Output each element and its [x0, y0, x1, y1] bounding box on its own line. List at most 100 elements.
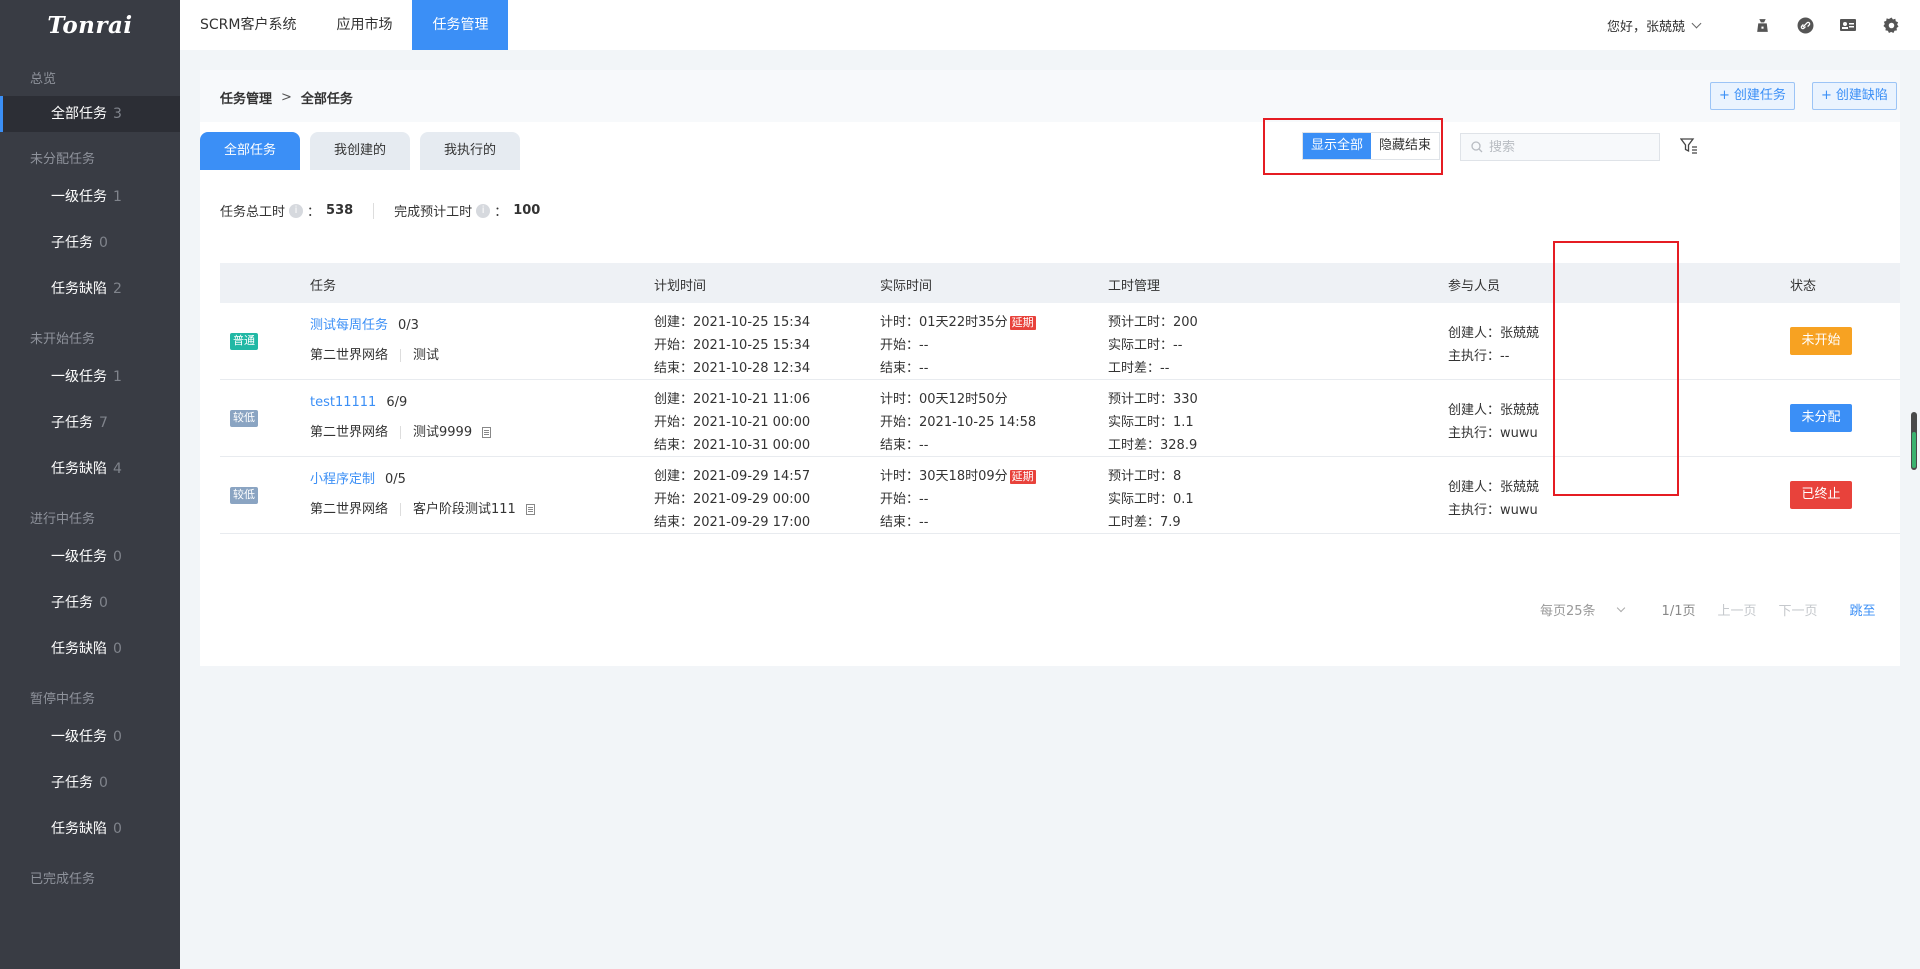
- sidebar-item-label: 任务缺陷: [51, 821, 107, 837]
- topnav-item[interactable]: 任务管理: [412, 0, 509, 50]
- task-meta-line: 第二世界网络 客户阶段测试111: [310, 498, 535, 521]
- sidebar-item[interactable]: 一级任务 1: [0, 354, 180, 400]
- task-project: 第二世界网络: [310, 502, 389, 517]
- bag-icon[interactable]: [1753, 16, 1771, 34]
- link-icon[interactable]: [1796, 16, 1814, 34]
- people-line: 创建人：张兢兢: [1448, 403, 1540, 418]
- gear-icon[interactable]: [1882, 16, 1900, 34]
- plan-time-line: 开始：2021-10-25 15:34: [654, 338, 811, 353]
- sidebar-item-count: 7: [99, 415, 108, 431]
- hours-cell: 预计工时：200 实际工时：-- 工时差：--: [1108, 311, 1198, 380]
- task-name-link[interactable]: 小程序定制: [310, 472, 375, 487]
- actual-timer-line: 计时：01天22时35分 延期: [880, 311, 1036, 334]
- sidebar-item[interactable]: 一级任务 1: [0, 174, 180, 220]
- task-client: 客户阶段测试111: [413, 502, 516, 517]
- sidebar-item[interactable]: 任务缺陷 2: [0, 266, 180, 312]
- priority-badge: 普通: [230, 333, 258, 350]
- status-badge[interactable]: 未分配: [1790, 404, 1852, 432]
- task-progress: 0/5: [385, 472, 406, 487]
- sidebar-item[interactable]: 任务缺陷 0: [0, 806, 180, 852]
- sidebar-group-title: 进行中任务: [30, 512, 96, 527]
- hours-cell: 预计工时：8 实际工时：0.1 工时差：7.9: [1108, 465, 1194, 534]
- people-line: 创建人：张兢兢: [1448, 480, 1540, 495]
- plan-time-line: 结束：2021-09-29 17:00: [654, 515, 811, 530]
- plan-time-cell: 创建：2021-10-25 15:34 开始：2021-10-25 15:34 结束…: [654, 311, 810, 380]
- task-cell: 测试每周任务 0/3 第二世界网络 测试: [310, 314, 439, 367]
- page-size-select[interactable]: 每页25条: [1540, 600, 1625, 619]
- plan-time-line: 结束：2021-10-31 00:00: [654, 438, 811, 453]
- sidebar-item-label: 子任务: [51, 415, 93, 431]
- sidebar-item[interactable]: 子任务 0: [0, 760, 180, 806]
- sidebar-item-count: 0: [113, 729, 122, 745]
- topnav-item[interactable]: SCRM客户系统: [180, 0, 316, 50]
- page-scrollbar[interactable]: [1911, 412, 1917, 470]
- jump-to-page[interactable]: 跳至: [1850, 600, 1876, 619]
- sidebar-item-label: 任务缺陷: [51, 461, 107, 477]
- plan-time-line: 开始：2021-09-29 00:00: [654, 492, 811, 507]
- contact-card-icon[interactable]: [1839, 16, 1857, 34]
- task-cell: 小程序定制 0/5 第二世界网络 客户阶段测试111: [310, 468, 535, 521]
- chevron-down-icon: [1691, 18, 1702, 28]
- page-size-label: 每页25条: [1540, 604, 1596, 619]
- priority-badge: 较低: [230, 487, 258, 504]
- actual-timer: 计时：01天22时35分: [880, 315, 1008, 330]
- sidebar-group: 已完成任务: [0, 866, 180, 894]
- user-menu[interactable]: 您好，张兢兢: [1606, 16, 1702, 35]
- actual-time-line: 开始：--: [880, 492, 929, 507]
- user-greeting: 您好，张兢兢: [1606, 19, 1685, 35]
- document-icon[interactable]: [482, 427, 492, 438]
- prev-page-button[interactable]: 上一页: [1717, 600, 1756, 619]
- plan-time-cell: 创建：2021-10-21 11:06 开始：2021-10-21 00:00 结束…: [654, 388, 810, 457]
- sidebar-item-label: 任务缺陷: [51, 281, 107, 297]
- sidebar-item[interactable]: 子任务 7: [0, 400, 180, 446]
- people-cell: 创建人：张兢兢 主执行：wuwu: [1448, 476, 1539, 522]
- task-name-link[interactable]: test11111: [310, 395, 376, 410]
- sidebar-item-count: 0: [99, 235, 108, 251]
- sidebar-item[interactable]: 子任务 0: [0, 220, 180, 266]
- app-logo: Tonrai: [47, 11, 133, 39]
- sidebar-group-title: 暂停中任务: [30, 692, 96, 707]
- sidebar-item[interactable]: 一级任务 0: [0, 714, 180, 760]
- hours-line: 实际工时：1.1: [1108, 415, 1194, 430]
- plan-time-line: 开始：2021-10-21 00:00: [654, 415, 811, 430]
- next-page-button[interactable]: 下一页: [1779, 600, 1818, 619]
- sidebar-item[interactable]: 任务缺陷 0: [0, 626, 180, 672]
- status-badge[interactable]: 已终止: [1790, 481, 1852, 509]
- people-line: 创建人：张兢兢: [1448, 326, 1540, 341]
- sidebar-item-label: 一级任务: [51, 729, 107, 745]
- sidebar-group-title: 已完成任务: [30, 872, 96, 887]
- col-status: 状态: [1790, 279, 1817, 294]
- sidebar-item[interactable]: 一级任务 0: [0, 534, 180, 580]
- col-plan-time: 计划时间: [654, 279, 707, 294]
- sidebar-item-count: 1: [113, 189, 122, 205]
- topnav-item[interactable]: 应用市场: [316, 0, 412, 50]
- sidebar-item[interactable]: 子任务 0: [0, 580, 180, 626]
- task-cell: test11111 6/9 第二世界网络 测试9999: [310, 391, 492, 444]
- sidebar-item[interactable]: 任务缺陷 4: [0, 446, 180, 492]
- task-name-link[interactable]: 测试每周任务: [310, 318, 388, 333]
- sidebar-item-label: 子任务: [51, 595, 93, 611]
- col-actual-time: 实际时间: [880, 279, 933, 294]
- document-icon[interactable]: [525, 504, 535, 515]
- actual-time-line: 开始：--: [880, 338, 929, 353]
- sidebar-group: 未开始任务一级任务 1 子任务 7 任务缺陷 4: [0, 326, 180, 492]
- page-info: 1/1页: [1661, 604, 1696, 619]
- hours-line: 实际工时：0.1: [1108, 492, 1194, 507]
- task-project: 第二世界网络: [310, 425, 389, 440]
- plan-time-line: 创建：2021-10-21 11:06: [654, 392, 811, 407]
- hours-line: 工时差：--: [1108, 361, 1170, 376]
- sidebar-item-count: 0: [99, 595, 108, 611]
- sidebar-item-count: 1: [113, 369, 122, 385]
- sidebar-group-title: 未开始任务: [30, 332, 96, 347]
- sidebar-item[interactable]: 全部任务 3: [0, 96, 180, 132]
- sidebar-group: 未分配任务 一级任务 1 子任务 0 任务缺陷 2: [0, 146, 180, 312]
- actual-timer-line: 计时：00天12时50分: [880, 388, 1036, 411]
- hours-line: 预计工时：200: [1108, 315, 1198, 330]
- sidebar-item-count: 4: [113, 461, 122, 477]
- status-badge[interactable]: 未开始: [1790, 327, 1852, 355]
- people-line: 主执行：wuwu: [1448, 503, 1538, 518]
- actual-time-cell: 计时：01天22时35分 延期 开始：-- 结束：--: [880, 311, 1036, 380]
- actual-time-line: 结束：--: [880, 438, 929, 453]
- task-title-line: test11111 6/9: [310, 391, 491, 414]
- actual-time-line: 开始：2021-10-25 14:58: [880, 415, 1037, 430]
